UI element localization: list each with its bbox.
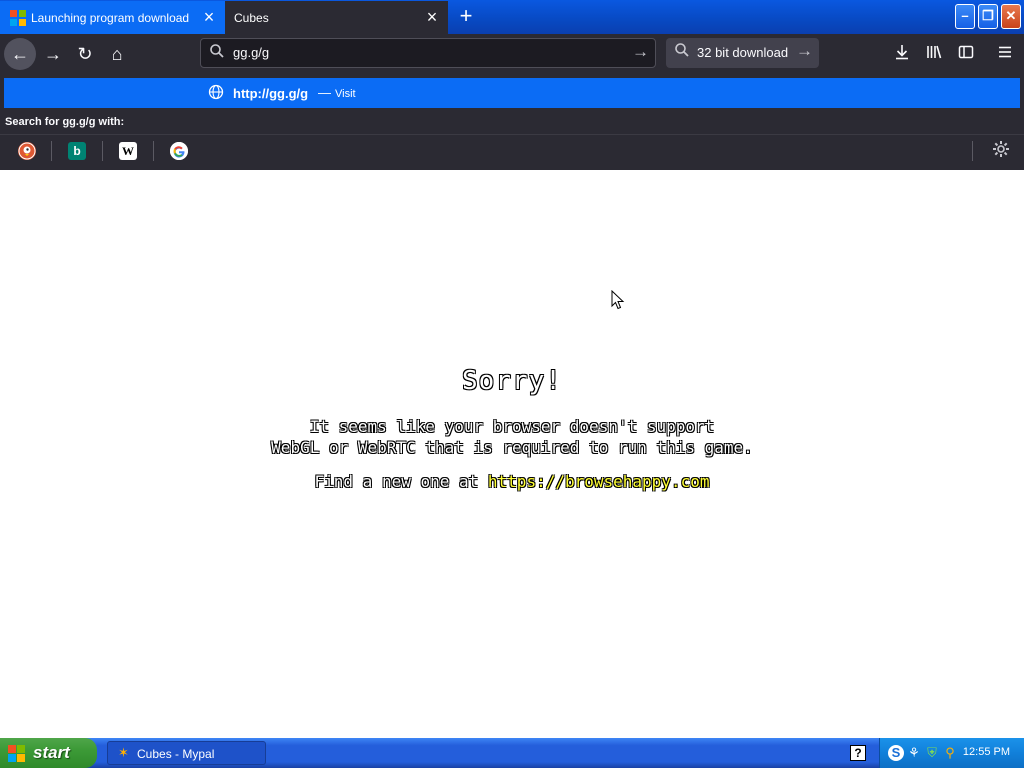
- globe-icon: [208, 84, 224, 104]
- navigation-toolbar: ← → ↻ ⌂ gg.g/g → 32 bit download →: [0, 34, 1024, 74]
- suggestion-action: Visit: [335, 88, 356, 100]
- unsupported-message: It seems like your browser doesn't suppo…: [0, 416, 1024, 458]
- divider: [51, 141, 52, 161]
- tab-cubes[interactable]: Cubes ×: [225, 1, 448, 34]
- mypal-icon: ✶: [118, 745, 129, 760]
- security-shield-icon[interactable]: ⛨: [924, 745, 940, 761]
- minimize-button[interactable]: –: [955, 4, 975, 29]
- task-label: Cubes - Mypal: [137, 747, 215, 761]
- windows-logo-icon: [8, 745, 25, 762]
- search-engine-row: b W: [0, 134, 1024, 168]
- close-window-button[interactable]: ✕: [1001, 4, 1021, 29]
- url-input[interactable]: gg.g/g: [233, 45, 269, 60]
- tab-title: Launching program download Wind: [31, 10, 191, 25]
- taskbar-item-cubes[interactable]: ✶ Cubes - Mypal: [107, 741, 266, 765]
- back-button[interactable]: ←: [4, 38, 36, 70]
- page-title: Sorry!: [462, 366, 562, 396]
- tab-launching-program[interactable]: Launching program download Wind ×: [0, 1, 225, 34]
- find-prefix: Find a new one at: [314, 472, 488, 491]
- go-arrow-icon[interactable]: →: [796, 41, 813, 61]
- suggestion-separator: —: [318, 85, 331, 100]
- skype-icon[interactable]: S: [888, 745, 904, 761]
- sidebar-icon[interactable]: [950, 38, 982, 70]
- message-line-1: It seems like your browser doesn't suppo…: [309, 417, 715, 436]
- search-settings-gear-icon[interactable]: [992, 140, 1010, 164]
- start-label: start: [33, 743, 70, 762]
- divider: [972, 141, 973, 161]
- search-icon: [674, 42, 690, 62]
- menu-icon[interactable]: [989, 38, 1021, 70]
- search-tray-icon[interactable]: ⚲: [942, 745, 958, 761]
- reload-button[interactable]: ↻: [69, 38, 101, 70]
- go-arrow-icon[interactable]: →: [632, 42, 649, 62]
- message-line-2: WebGL or WebRTC that is required to run …: [271, 438, 753, 457]
- close-tab-icon[interactable]: ×: [424, 8, 440, 26]
- title-bar: Launching program download Wind × Cubes …: [0, 0, 1024, 34]
- url-bar[interactable]: gg.g/g →: [200, 38, 656, 68]
- divider: [153, 141, 154, 161]
- url-suggestion-dropdown: http://gg.g/g — Visit Search for gg.g/g …: [0, 74, 1024, 170]
- windows-logo-icon: [10, 9, 26, 26]
- network-icon[interactable]: ⚘: [906, 745, 922, 761]
- clock: 12:55 PM: [962, 746, 1010, 758]
- suggestion-url: http://gg.g/g: [233, 86, 309, 101]
- taskbar: start ✶ Cubes - Mypal ? S ⚘ ⛨ ⚲ 12:55 PM: [0, 738, 1024, 768]
- suggestion-visit-url[interactable]: http://gg.g/g — Visit: [4, 78, 1020, 108]
- forward-button[interactable]: →: [37, 38, 69, 70]
- library-icon[interactable]: [918, 38, 950, 70]
- download-icon[interactable]: [886, 38, 918, 70]
- find-new-browser: Find a new one at https://browsehappy.co…: [0, 472, 1024, 491]
- divider: [102, 141, 103, 161]
- system-tray: S ⚘ ⛨ ⚲ 12:55 PM: [879, 738, 1024, 768]
- google-icon[interactable]: [170, 142, 188, 160]
- browsehappy-link[interactable]: https://browsehappy.com: [488, 472, 710, 491]
- start-button[interactable]: start: [0, 738, 97, 768]
- new-tab-button[interactable]: +: [455, 5, 477, 27]
- search-bar-input[interactable]: 32 bit download: [697, 45, 788, 60]
- duckduckgo-icon[interactable]: [18, 142, 36, 160]
- mouse-cursor-icon: [611, 290, 625, 310]
- page-content: Sorry! It seems like your browser doesn'…: [0, 170, 1024, 738]
- bing-icon[interactable]: b: [68, 142, 86, 160]
- search-with-label: Search for gg.g/g with:: [5, 116, 125, 128]
- close-tab-icon[interactable]: ×: [201, 8, 217, 26]
- tab-title: Cubes: [234, 10, 269, 25]
- search-bar[interactable]: 32 bit download →: [666, 38, 819, 68]
- restore-button[interactable]: ❐: [978, 4, 998, 29]
- home-button[interactable]: ⌂: [101, 38, 133, 70]
- search-icon: [209, 43, 225, 63]
- help-icon[interactable]: ?: [850, 745, 866, 761]
- wikipedia-icon[interactable]: W: [119, 142, 137, 160]
